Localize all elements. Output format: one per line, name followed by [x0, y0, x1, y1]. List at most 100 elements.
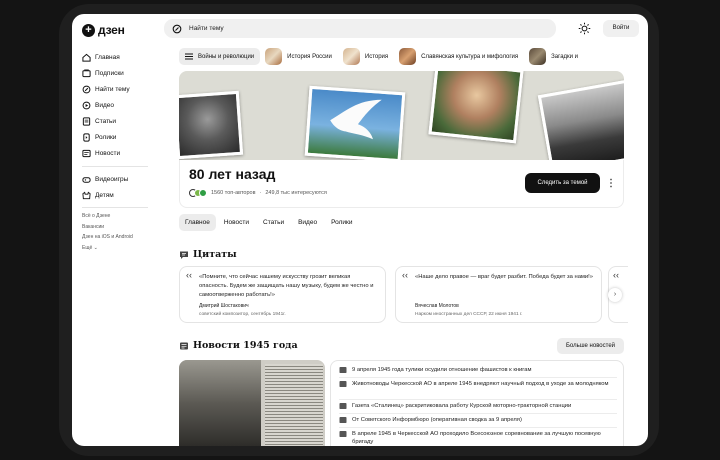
chevron-right-icon: ›: [613, 291, 617, 298]
quote-author: Дмитрий Шостакович: [199, 303, 249, 309]
tag-thumbnail: [529, 48, 547, 65]
news-item-text: 9 апреля 1945 года тулики осудили отноше…: [352, 367, 532, 373]
more-news-button[interactable]: Больше новостей: [557, 338, 624, 354]
quote-text: «Наше дело правое — враг будет разбит. П…: [415, 274, 593, 280]
sidebar-footer: Всё о Дзене Вакансии Дзен на iOS и Andro…: [82, 211, 133, 253]
topic-tags: Войны и революции История России История…: [179, 48, 626, 65]
sidebar-item-news[interactable]: Новости: [82, 145, 156, 161]
login-button[interactable]: Войти: [603, 20, 639, 37]
sidebar: + дзен Главная Подписки Найти тему Видео: [72, 14, 156, 446]
quotes-title: Цитаты: [193, 249, 237, 260]
news-item[interactable]: От Советского Информбюро (оперативная св…: [339, 416, 617, 424]
interested-count: 249,8 тыс интересуются: [265, 190, 327, 196]
sidebar-item-label: Детям: [95, 191, 114, 199]
quote-mark-icon: ‹‹: [402, 270, 408, 280]
news-title: Новости 1945 года: [193, 340, 298, 351]
news-divider: [339, 413, 617, 414]
topic-tabs: Главное Новости Статьи Видео Ролики: [179, 214, 359, 231]
newspaper-text-column: [265, 364, 323, 446]
topic-meta: 1560 топ-авторов · 249,8 тыс интересуютс…: [189, 189, 327, 197]
banner-photo-soldiers: [537, 79, 624, 160]
footer-link-more[interactable]: Ещё ⌄: [82, 243, 133, 254]
sidebar-item-label: Видеоигры: [95, 175, 129, 183]
search-icon: [172, 24, 182, 33]
topic-title: 80 лет назад: [189, 166, 276, 182]
search-input[interactable]: Найти тему: [164, 19, 556, 38]
news-item[interactable]: В апреле 1945 в Черкесской АО проходило …: [339, 430, 617, 446]
search-placeholder: Найти тему: [189, 25, 224, 32]
news-divider: [339, 427, 617, 428]
quote-card[interactable]: ‹‹ «Помните, что сейчас нашему искусству…: [179, 266, 386, 323]
tab-shorts[interactable]: Ролики: [325, 214, 358, 231]
sidebar-item-home[interactable]: Главная: [82, 49, 156, 65]
news-section-title: Новости 1945 года: [179, 340, 298, 351]
tag-label: Славянская культура и мифология: [421, 53, 519, 60]
home-icon: [82, 53, 91, 62]
tab-video[interactable]: Видео: [292, 214, 323, 231]
quote-mark-icon: ‹‹: [613, 270, 619, 280]
sidebar-item-label: Подписки: [95, 69, 124, 77]
quote-bubble-icon: [180, 251, 188, 259]
tag-thumbnail: [342, 48, 360, 65]
news-divider: [339, 399, 617, 400]
subscriptions-icon: [82, 68, 91, 78]
topic-banner: [179, 71, 624, 160]
sidebar-item-articles[interactable]: Статьи: [82, 113, 156, 129]
newspaper-icon: [180, 342, 188, 349]
sidebar-item-label: Найти тему: [95, 85, 130, 93]
avatar: [199, 189, 207, 197]
news-item-text: От Советского Информбюро (оперативная св…: [352, 417, 522, 423]
footer-link-apps[interactable]: Дзен на iOS и Android: [82, 232, 133, 243]
tab-articles[interactable]: Статьи: [257, 214, 290, 231]
footer-link-jobs[interactable]: Вакансии: [82, 222, 133, 233]
next-quote-button[interactable]: ›: [608, 288, 622, 302]
dzen-logo[interactable]: + дзен: [82, 23, 125, 37]
sidebar-divider: [82, 166, 148, 167]
sidebar-item-label: Главная: [95, 53, 120, 61]
video-icon: [82, 101, 91, 110]
sidebar-item-label: Ролики: [95, 133, 117, 141]
tag-thumbnail: [265, 48, 283, 65]
meta-dot: ·: [259, 190, 262, 196]
tag-slavic-culture[interactable]: Славянская культура и мифология: [399, 48, 524, 65]
newspaper-icon: [339, 403, 347, 409]
tab-news[interactable]: Новости: [218, 214, 255, 231]
sidebar-item-label: Новости: [95, 149, 121, 157]
news-newspaper-image[interactable]: [179, 360, 325, 446]
theme-toggle-sun-icon[interactable]: [578, 22, 591, 35]
sidebar-item-kids[interactable]: Детям: [82, 187, 156, 203]
quote-card[interactable]: ‹‹ «Наше дело правое — враг будет разбит…: [395, 266, 602, 323]
tag-mysteries[interactable]: Загадки и: [529, 48, 584, 65]
tag-label: История: [364, 53, 389, 60]
footer-link-about[interactable]: Всё о Дзене: [82, 211, 133, 222]
news-item[interactable]: Газета «Сталинец» раскритиковала работу …: [339, 402, 617, 410]
sidebar-item-subscriptions[interactable]: Подписки: [82, 65, 156, 81]
tag-label: Войны и революции: [198, 53, 255, 60]
news-item[interactable]: Животноводы Черкесской АО в апреле 1945 …: [339, 380, 617, 388]
sidebar-item-label: Видео: [95, 101, 114, 109]
sidebar-item-find-topic[interactable]: Найти тему: [82, 81, 156, 97]
newspaper-icon: [339, 431, 347, 437]
news-item[interactable]: 9 апреля 1945 года тулики осудили отноше…: [339, 366, 617, 374]
tag-wars-revolutions[interactable]: Войны и революции: [179, 48, 261, 65]
screen: + дзен Главная Подписки Найти тему Видео: [72, 14, 648, 446]
more-options-icon[interactable]: [609, 178, 613, 188]
news-item-text: Газета «Сталинец» раскритиковала работу …: [352, 403, 572, 409]
sidebar-divider: [82, 207, 148, 208]
authors-count: 1560 топ-авторов: [211, 190, 256, 196]
dove-icon: [330, 99, 382, 140]
sidebar-item-shorts[interactable]: Ролики: [82, 129, 156, 145]
quote-mark-icon: ‹‹: [186, 270, 192, 280]
banner-photo-dove: [304, 85, 406, 160]
tag-russian-history[interactable]: История России: [265, 48, 338, 65]
banner-photo-woman-soldier: [428, 71, 524, 144]
newspaper-icon: [339, 367, 347, 373]
menu-icon: [185, 53, 193, 60]
follow-topic-button[interactable]: Следить за темой: [525, 173, 600, 193]
news-list: 9 апреля 1945 года тулики осудили отноше…: [330, 360, 624, 446]
sidebar-item-video[interactable]: Видео: [82, 97, 156, 113]
sidebar-item-videogames[interactable]: Видеоигры: [82, 171, 156, 187]
tag-history[interactable]: История: [342, 48, 394, 65]
tab-main[interactable]: Главное: [179, 214, 216, 231]
tag-label: Загадки и: [551, 53, 579, 60]
